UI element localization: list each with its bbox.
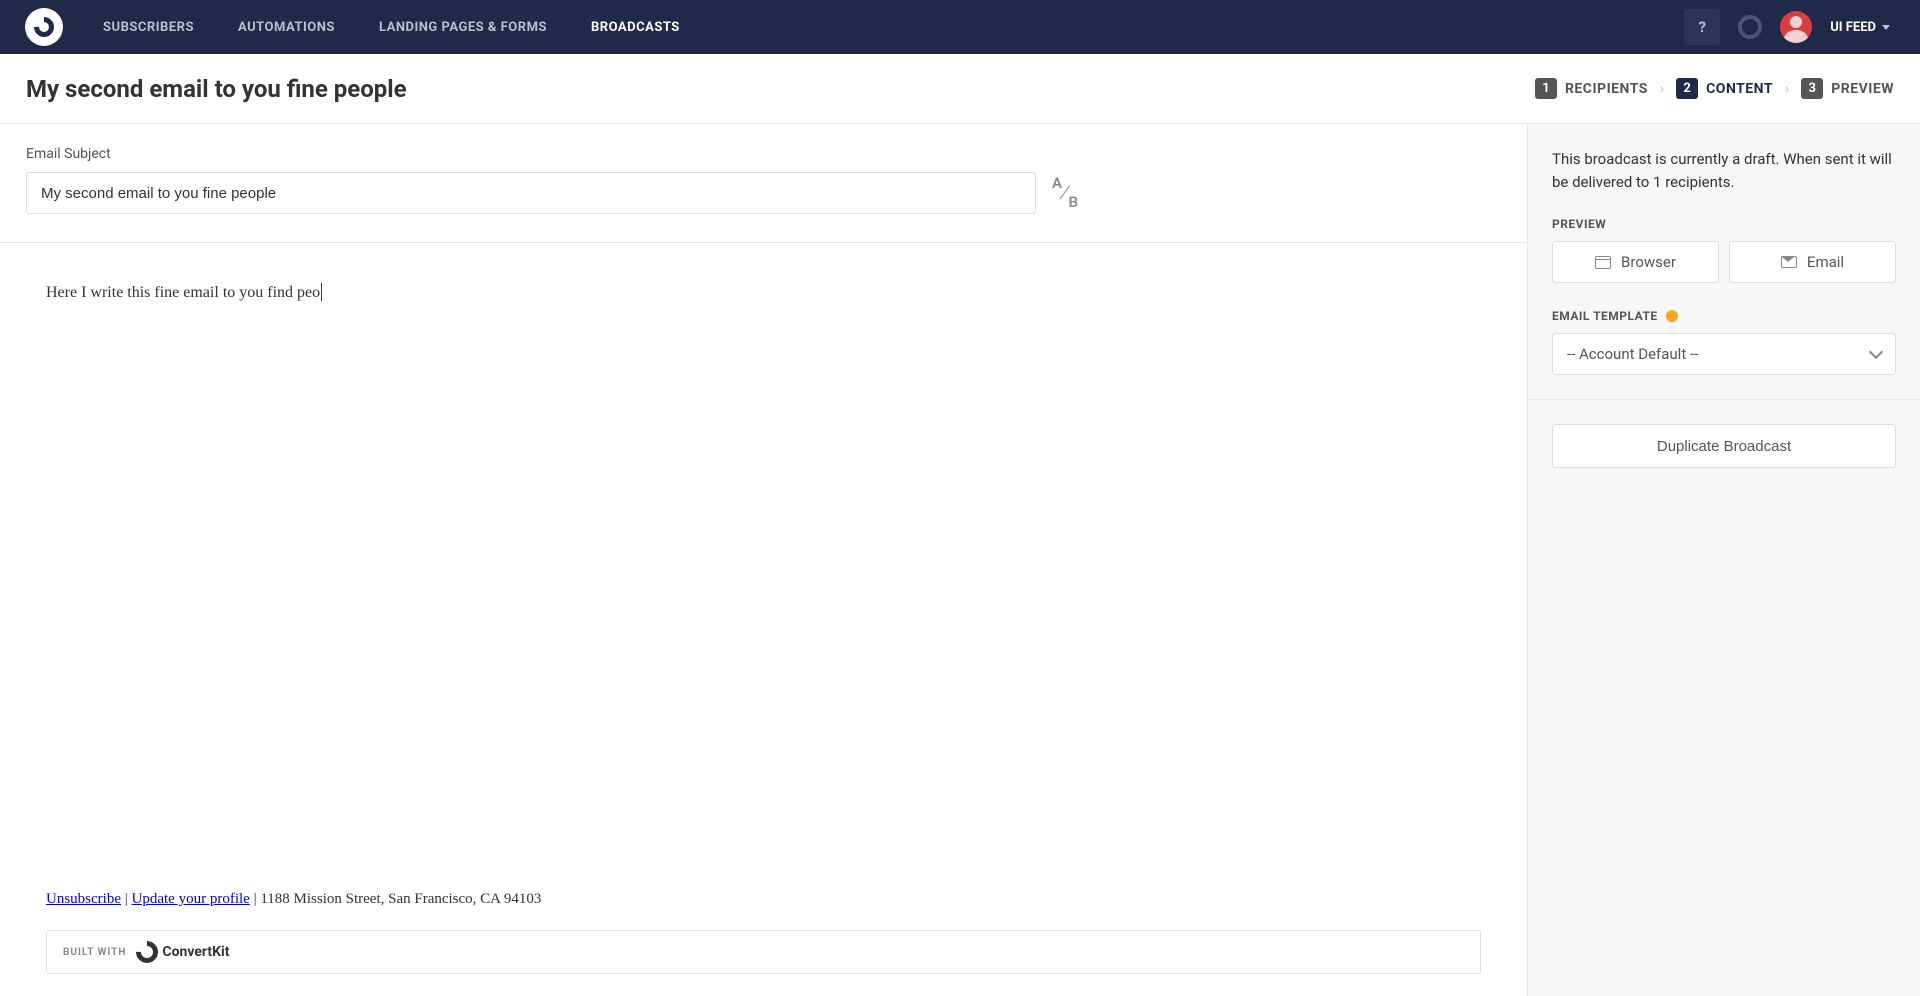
nav-broadcasts[interactable]: BROADCASTS [591,20,680,35]
user-menu[interactable]: UI FEED [1830,20,1890,35]
subject-label: Email Subject [26,146,1501,162]
email-body-editor[interactable]: Here I write this fine email to you find… [46,283,1481,891]
divider [1528,399,1920,400]
text-cursor [321,283,322,301]
preview-label: PREVIEW [1552,217,1896,231]
nav-links: SUBSCRIBERS AUTOMATIONS LANDING PAGES & … [103,20,680,35]
nav-right: ? UI FEED [1684,9,1890,45]
step-label: CONTENT [1706,81,1773,97]
step-content[interactable]: 2 CONTENT [1676,78,1773,99]
page-title: My second email to you fine people [26,75,407,103]
step-recipients[interactable]: 1 RECIPIENTS [1535,78,1648,99]
template-label-text: EMAIL TEMPLATE [1552,309,1658,323]
editor-area: Email Subject A / B Here I write this fi… [0,124,1527,996]
preview-browser-label: Browser [1621,253,1676,271]
step-preview[interactable]: 3 PREVIEW [1801,78,1894,99]
chevron-down-icon [1869,345,1883,359]
unsubscribe-link[interactable]: Unsubscribe [46,891,121,907]
step-num: 2 [1676,78,1698,99]
subheader: My second email to you fine people 1 REC… [0,54,1920,124]
nav-landing-pages[interactable]: LANDING PAGES & FORMS [379,20,547,35]
draft-note: This broadcast is currently a draft. Whe… [1552,148,1896,193]
step-label: RECIPIENTS [1565,81,1648,97]
nav-automations[interactable]: AUTOMATIONS [238,20,335,35]
preview-browser-button[interactable]: Browser [1552,241,1719,283]
update-profile-link[interactable]: Update your profile [132,891,250,907]
top-navigation: SUBSCRIBERS AUTOMATIONS LANDING PAGES & … [0,0,1920,54]
logo[interactable] [25,8,63,46]
subject-row: A / B [26,172,1501,214]
chevron-right-icon: › [1660,81,1664,97]
caret-down-icon [1882,25,1890,30]
browser-icon [1595,256,1611,269]
email-footer: Unsubscribe | Update your profile | 1188… [46,891,1481,908]
built-with-badge[interactable]: BUILT WITH ConvertKit [46,930,1481,974]
avatar[interactable] [1780,11,1812,43]
help-button[interactable]: ? [1684,9,1720,45]
template-select[interactable]: -- Account Default -- [1552,333,1896,375]
subject-section: Email Subject A / B [0,124,1527,243]
template-label: EMAIL TEMPLATE [1552,309,1896,323]
wizard-steps: 1 RECIPIENTS › 2 CONTENT › 3 PREVIEW [1535,78,1894,99]
chevron-right-icon: › [1785,81,1789,97]
template-value: -- Account Default -- [1567,345,1698,363]
preview-buttons: Browser Email [1552,241,1896,283]
step-num: 1 [1535,78,1557,99]
email-icon [1781,256,1797,268]
sep: | [121,891,132,907]
duplicate-broadcast-button[interactable]: Duplicate Broadcast [1552,424,1896,468]
logo-icon [30,13,58,41]
preview-email-button[interactable]: Email [1729,241,1896,283]
main: Email Subject A / B Here I write this fi… [0,124,1920,996]
convertkit-logo: ConvertKit [136,941,229,963]
user-name: UI FEED [1830,20,1876,35]
body-text: Here I write this fine email to you find… [46,284,320,301]
step-label: PREVIEW [1831,81,1894,97]
status-circle-icon[interactable] [1738,15,1762,39]
status-dot-icon [1666,310,1678,322]
built-with-label: BUILT WITH [63,947,126,958]
nav-subscribers[interactable]: SUBSCRIBERS [103,20,194,35]
step-num: 3 [1801,78,1823,99]
ab-b: B [1068,195,1078,210]
convertkit-name: ConvertKit [162,944,229,960]
subject-input[interactable] [26,172,1036,214]
sidebar: This broadcast is currently a draft. Whe… [1527,124,1920,996]
address: 1188 Mission Street, San Francisco, CA 9… [260,891,541,907]
preview-email-label: Email [1807,253,1844,271]
convertkit-icon [132,936,163,967]
sep: | [250,891,261,907]
ab-test-toggle[interactable]: A / B [1050,176,1080,210]
body-section: Here I write this fine email to you find… [0,243,1527,996]
